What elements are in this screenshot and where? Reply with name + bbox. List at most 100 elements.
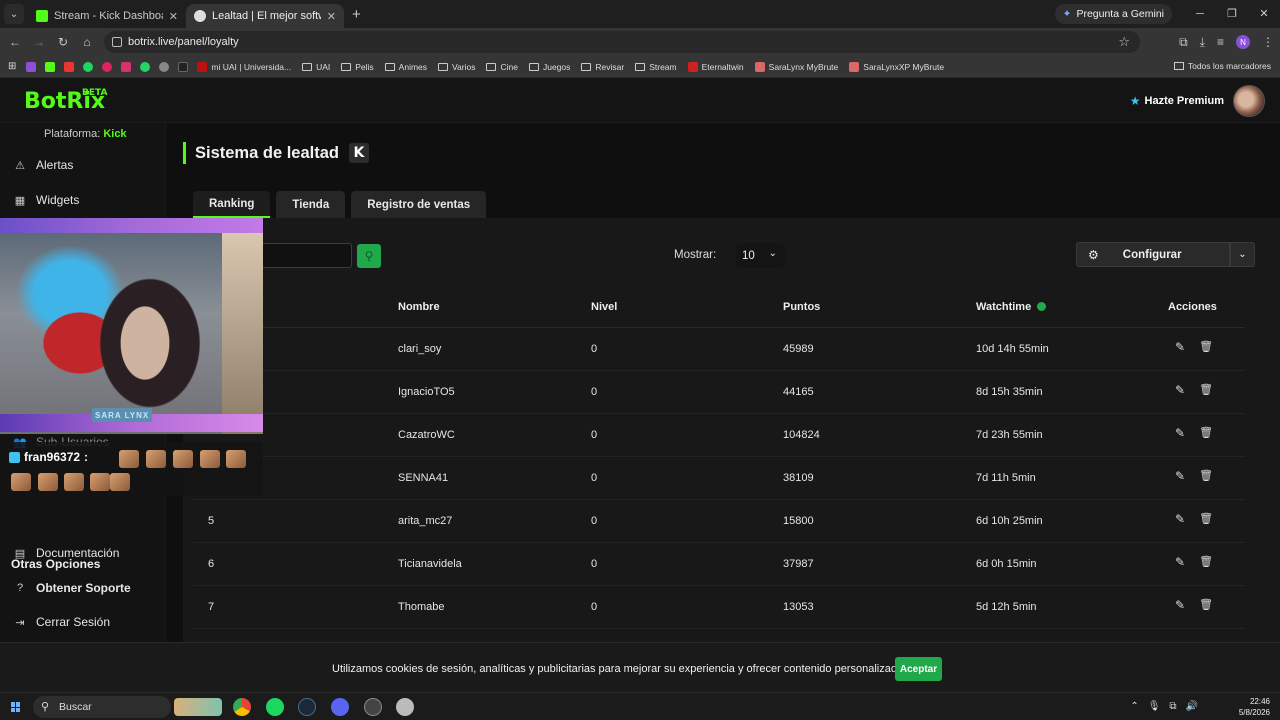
- botrix-logo[interactable]: BotRix BETA: [24, 88, 107, 114]
- bookmark-folder-animes[interactable]: Animes: [384, 62, 427, 72]
- sidebar-item-logout[interactable]: ⇥ Cerrar Sesión: [14, 615, 110, 629]
- home-icon[interactable]: ⌂: [75, 35, 99, 49]
- network-icon[interactable]: ⧉: [1169, 701, 1176, 712]
- trash-icon[interactable]: 🗑: [1199, 555, 1213, 569]
- extensions-icon[interactable]: ⧉: [1179, 35, 1188, 50]
- show-label: Mostrar:: [674, 249, 717, 261]
- pinterest-icon[interactable]: [102, 61, 113, 72]
- volume-icon[interactable]: 🔊: [1186, 701, 1198, 712]
- sidebar-item-alerts[interactable]: ⚠ Alertas: [14, 158, 73, 172]
- microphone-icon[interactable]: 🎙: [1148, 701, 1161, 712]
- trash-icon[interactable]: 🗑: [1199, 383, 1213, 397]
- user-avatar[interactable]: [1233, 85, 1265, 117]
- bookmark-folder-varios[interactable]: Varios: [438, 62, 475, 72]
- edit-icon[interactable]: ✎: [1175, 555, 1185, 569]
- tab-search-icon[interactable]: ⌄: [4, 4, 24, 24]
- table-row: 5 arita_mc27 0 15800 6d 10h 25min ✎ 🗑: [193, 500, 1245, 543]
- edit-icon[interactable]: ✎: [1175, 469, 1185, 483]
- tab-registro-ventas[interactable]: Registro de ventas: [351, 191, 487, 218]
- app-icon[interactable]: [396, 698, 414, 716]
- bookmark-folder-revisar[interactable]: Revisar: [581, 62, 624, 72]
- forward-icon[interactable]: →: [27, 35, 51, 49]
- trash-icon[interactable]: 🗑: [1199, 598, 1213, 612]
- tab-tienda[interactable]: Tienda: [276, 191, 346, 218]
- column-header-points[interactable]: Puntos: [783, 301, 820, 313]
- reading-list-icon[interactable]: ≡: [1217, 35, 1224, 49]
- instagram-icon[interactable]: [121, 61, 132, 72]
- edit-icon[interactable]: ✎: [1175, 340, 1185, 354]
- bookmark-star-icon[interactable]: ☆: [1118, 34, 1130, 50]
- start-button[interactable]: [11, 702, 21, 712]
- search-button[interactable]: ⚲: [357, 244, 381, 268]
- column-header-name[interactable]: Nombre: [398, 301, 440, 313]
- edit-icon[interactable]: ✎: [1175, 383, 1185, 397]
- twitch-icon[interactable]: [26, 61, 37, 72]
- bookmark-folder-juegos[interactable]: Juegos: [528, 62, 570, 72]
- configure-dropdown-button[interactable]: ⌄: [1230, 242, 1255, 267]
- bookmark-uai-portal[interactable]: mi UAI | Universida...: [197, 61, 291, 72]
- cell-level: 0: [591, 601, 598, 613]
- platform-indicator: Plataforma: Kick: [44, 128, 127, 140]
- tiktok-icon[interactable]: [178, 61, 189, 72]
- edit-icon[interactable]: ✎: [1175, 426, 1185, 440]
- sidebar-item-widgets[interactable]: ▦ Widgets: [14, 193, 80, 207]
- sidebar-item-support[interactable]: ? Obtener Soporte: [14, 581, 131, 595]
- back-icon[interactable]: ←: [3, 35, 27, 49]
- tab-ranking[interactable]: Ranking: [193, 191, 271, 218]
- spotify-icon[interactable]: [83, 61, 94, 72]
- bookmark-folder-stream[interactable]: Stream: [635, 62, 677, 72]
- bookmark-saralynxxp-mybrute[interactable]: SaraLynxXP MyBrute: [849, 61, 944, 72]
- taskbar-search[interactable]: ⚲ Buscar: [33, 696, 171, 718]
- chrome-icon[interactable]: [233, 698, 251, 716]
- trash-icon[interactable]: 🗑: [1199, 340, 1213, 354]
- bookmark-saralynx-mybrute[interactable]: SaraLynx MyBrute: [754, 61, 838, 72]
- spotify-icon[interactable]: [266, 698, 284, 716]
- download-icon[interactable]: ⤓: [1200, 35, 1205, 50]
- bookmark-folder-uai[interactable]: UAI: [302, 62, 330, 72]
- clock-time: 22:46: [1249, 697, 1270, 706]
- new-tab-icon[interactable]: +: [352, 6, 361, 23]
- configure-button[interactable]: ⚙ Configurar: [1076, 242, 1230, 267]
- edit-icon[interactable]: ✎: [1175, 512, 1185, 526]
- minimize-icon[interactable]: ─: [1184, 0, 1216, 28]
- webcam-overlay: SARA LYNX fran96372:: [0, 218, 263, 496]
- menu-icon[interactable]: ⋮: [1262, 35, 1274, 49]
- url-field[interactable]: botrix.live/panel/loyalty ☆: [104, 31, 1140, 53]
- obs-icon[interactable]: [364, 698, 382, 716]
- discord-icon[interactable]: [331, 698, 349, 716]
- premium-button[interactable]: ★ Hazte Premium: [1130, 94, 1224, 108]
- whatsapp-icon[interactable]: [140, 61, 151, 72]
- sidebar-item-docs[interactable]: ▤ Documentación: [14, 546, 120, 560]
- youtube-icon[interactable]: [64, 61, 75, 72]
- trash-icon[interactable]: 🗑: [1199, 426, 1213, 440]
- bookmark-eternaltwin[interactable]: Eternaltwin: [687, 61, 744, 72]
- close-tab-icon[interactable]: ✕: [169, 10, 178, 23]
- close-window-icon[interactable]: ✕: [1248, 0, 1280, 28]
- trash-icon[interactable]: 🗑: [1199, 512, 1213, 526]
- edit-icon[interactable]: ✎: [1175, 598, 1185, 612]
- close-tab-icon[interactable]: ✕: [327, 10, 336, 23]
- kick-icon[interactable]: [45, 61, 56, 72]
- profile-avatar[interactable]: N: [1236, 35, 1250, 49]
- column-header-level[interactable]: Nivel: [591, 301, 617, 313]
- system-clock[interactable]: 22:46 5/8/2026: [1239, 696, 1270, 718]
- tab-kick-dashboard[interactable]: Stream - Kick Dashboard ✕: [28, 4, 186, 28]
- restore-icon[interactable]: ❐: [1216, 0, 1248, 28]
- tab-loyalty[interactable]: Lealtad | El mejor software para ✕: [186, 4, 344, 28]
- bookmark-folder-pelis[interactable]: Pelis: [341, 62, 374, 72]
- all-bookmarks[interactable]: Todos los marcadores: [1173, 61, 1271, 71]
- show-select[interactable]: 10 ⌄: [736, 243, 785, 268]
- gemini-button[interactable]: ✦ Pregunta a Gemini: [1054, 4, 1172, 24]
- site-info-icon[interactable]: [112, 37, 122, 47]
- reload-icon[interactable]: ↻: [51, 35, 75, 49]
- github-icon[interactable]: [159, 61, 170, 72]
- bookmark-folder-cine[interactable]: Cine: [486, 62, 518, 72]
- accept-cookies-button[interactable]: Aceptar: [895, 657, 942, 681]
- info-icon[interactable]: [1037, 302, 1047, 311]
- trash-icon[interactable]: 🗑: [1199, 469, 1213, 483]
- apps-grid-icon[interactable]: ⊞: [8, 61, 16, 72]
- widget-thumbnail-icon[interactable]: [174, 698, 222, 716]
- column-header-watchtime[interactable]: Watchtime: [976, 301, 1047, 313]
- steam-icon[interactable]: [298, 698, 316, 716]
- chevron-up-icon[interactable]: ⌃: [1130, 701, 1138, 712]
